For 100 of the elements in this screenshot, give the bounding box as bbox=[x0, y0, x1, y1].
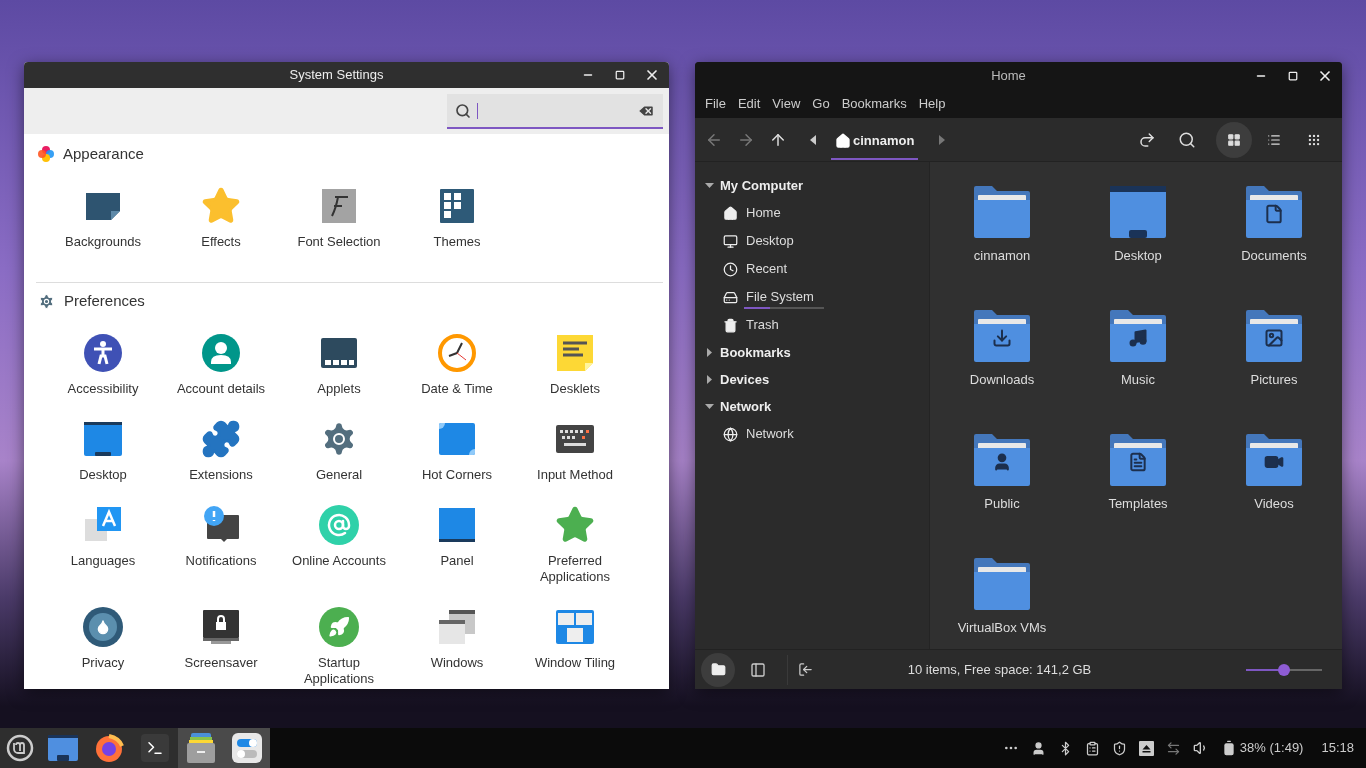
settings-item[interactable]: Online Accounts bbox=[280, 505, 398, 585]
settings-item[interactable]: Startup Applications bbox=[280, 607, 398, 687]
settings-item[interactable]: Window Tiling bbox=[516, 607, 634, 687]
folder-item[interactable]: Downloads bbox=[934, 308, 1070, 388]
home-icon bbox=[835, 132, 851, 149]
section-title: Appearance bbox=[63, 143, 144, 164]
settings-item[interactable]: Font Selection bbox=[280, 186, 398, 250]
panel-icon bbox=[437, 505, 477, 545]
folder-icon bbox=[48, 735, 78, 761]
settings-item[interactable]: Applets bbox=[280, 333, 398, 397]
folder-item[interactable]: Public bbox=[934, 432, 1070, 512]
sidebar-heading[interactable]: My Computer bbox=[695, 172, 929, 199]
sidebar-heading[interactable]: Network bbox=[695, 393, 929, 420]
window-title: System Settings bbox=[289, 66, 384, 85]
search-field[interactable] bbox=[447, 94, 663, 129]
folder-item[interactable]: Pictures bbox=[1206, 308, 1342, 388]
sidebar-item[interactable]: Home bbox=[695, 199, 929, 227]
caret-icon bbox=[705, 348, 714, 357]
network-icon[interactable] bbox=[1165, 740, 1181, 756]
menu-item[interactable]: File bbox=[699, 94, 732, 114]
menu-item[interactable]: Bookmarks bbox=[835, 94, 913, 114]
sidebar-item[interactable]: Desktop bbox=[695, 227, 929, 255]
settings-item[interactable]: Date & Time bbox=[398, 333, 516, 397]
folder-item[interactable]: Desktop bbox=[1070, 184, 1206, 264]
settings-item[interactable]: Panel bbox=[398, 505, 516, 585]
settings-item[interactable]: Backgrounds bbox=[44, 186, 162, 250]
menu-item[interactable]: Edit bbox=[731, 94, 767, 114]
settings-item[interactable]: Windows bbox=[398, 607, 516, 687]
eject-icon[interactable] bbox=[1138, 740, 1154, 756]
taskbar-launcher[interactable] bbox=[178, 728, 224, 768]
caret-icon bbox=[705, 402, 714, 411]
search-icon[interactable] bbox=[1178, 130, 1196, 149]
folder-item[interactable]: VirtualBox VMs bbox=[934, 556, 1070, 636]
clipboard-icon[interactable] bbox=[1084, 740, 1100, 756]
folder-item[interactable]: Documents bbox=[1206, 184, 1342, 264]
settings-item[interactable]: Screensaver bbox=[162, 607, 280, 687]
monitor-icon bbox=[723, 233, 738, 249]
sidebar-heading[interactable]: Devices bbox=[695, 366, 929, 393]
sidebar-item[interactable]: Recent bbox=[695, 255, 929, 283]
exit-icon[interactable] bbox=[798, 662, 813, 677]
folder-icon bbox=[710, 662, 726, 677]
list-view-icon bbox=[1267, 132, 1281, 147]
shield-icon[interactable] bbox=[1111, 740, 1127, 756]
drop-icon bbox=[83, 607, 123, 647]
folder-item[interactable]: Videos bbox=[1206, 432, 1342, 512]
note-icon bbox=[555, 333, 595, 373]
sidebar-heading[interactable]: Bookmarks bbox=[695, 339, 929, 366]
menu-item[interactable]: Help bbox=[912, 94, 952, 114]
font-icon bbox=[319, 186, 359, 226]
caret-icon bbox=[705, 375, 714, 384]
maximize-icon bbox=[615, 70, 625, 80]
sidebar-item[interactable]: Network bbox=[695, 420, 929, 448]
settings-item[interactable]: Accessibility bbox=[44, 333, 162, 397]
browser-icon bbox=[94, 733, 124, 763]
menu-item[interactable]: View bbox=[766, 94, 807, 114]
caret-icon[interactable] bbox=[809, 133, 817, 146]
folder-icon bbox=[973, 556, 1031, 612]
folder-item[interactable]: Templates bbox=[1070, 432, 1206, 512]
window-title: Home bbox=[991, 67, 1026, 86]
folder-item[interactable]: Music bbox=[1070, 308, 1206, 388]
sidebar-item[interactable]: File System bbox=[695, 283, 929, 311]
toggle-location-icon[interactable] bbox=[1138, 130, 1156, 149]
globe-icon bbox=[723, 426, 738, 442]
terminal-icon bbox=[141, 734, 169, 762]
user-icon[interactable] bbox=[1030, 740, 1046, 756]
sidebar-item[interactable]: Trash bbox=[695, 311, 929, 339]
rocket-icon bbox=[319, 607, 359, 647]
grid-icon bbox=[437, 186, 477, 226]
windows-icon bbox=[437, 607, 477, 647]
folder-item[interactable]: cinnamon bbox=[934, 184, 1070, 264]
settings-item[interactable]: Notifications bbox=[162, 505, 280, 585]
user-avatar-icon bbox=[201, 333, 241, 373]
folder-icon bbox=[973, 432, 1031, 488]
at-sign-icon bbox=[319, 505, 359, 545]
close-icon bbox=[1317, 68, 1333, 84]
settings-item[interactable]: Desktop bbox=[44, 419, 162, 483]
tiling-icon bbox=[555, 607, 595, 647]
taskbar-launcher[interactable] bbox=[224, 728, 270, 768]
slider-thumb[interactable] bbox=[1278, 663, 1290, 676]
folder-icon bbox=[1245, 432, 1303, 488]
menu-item[interactable]: Go bbox=[806, 94, 836, 114]
sidebar-toggle-button[interactable] bbox=[701, 652, 735, 687]
settings-item[interactable]: Privacy bbox=[44, 607, 162, 687]
settings-item[interactable]: Desklets bbox=[516, 333, 634, 397]
settings-item[interactable]: Hot Corners bbox=[398, 419, 516, 483]
settings-item[interactable]: Themes bbox=[398, 186, 516, 250]
settings-item[interactable]: Account details bbox=[162, 333, 280, 397]
settings-item[interactable]: Preferred Applications bbox=[516, 505, 634, 585]
clock[interactable]: 15:18 bbox=[1321, 738, 1354, 758]
search-icon bbox=[455, 102, 471, 119]
settings-item[interactable]: Input Method bbox=[516, 419, 634, 483]
lock-screen-icon bbox=[201, 607, 241, 647]
settings-item[interactable]: Extensions bbox=[162, 419, 280, 483]
clock-icon bbox=[437, 333, 477, 373]
compact-view-icon bbox=[1307, 132, 1321, 147]
path-button[interactable]: cinnamon bbox=[831, 123, 919, 160]
settings-item[interactable]: Effects bbox=[162, 186, 280, 250]
view-mode-button[interactable] bbox=[1216, 121, 1252, 158]
settings-item[interactable]: Languages bbox=[44, 505, 162, 585]
settings-item[interactable]: General bbox=[280, 419, 398, 483]
